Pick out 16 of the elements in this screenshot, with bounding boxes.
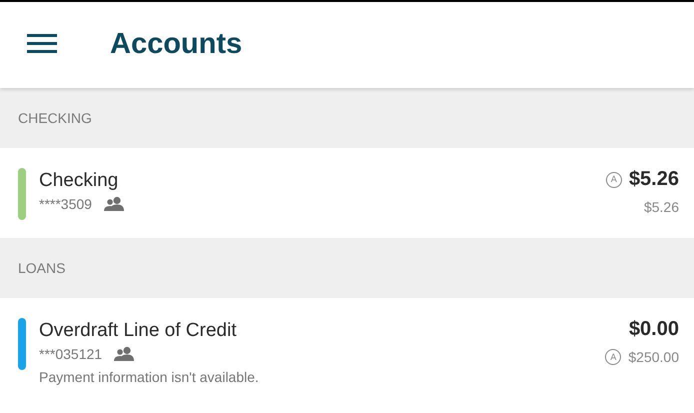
payment-note: Payment information isn't available.	[39, 369, 260, 385]
account-number: ***035121	[39, 346, 102, 362]
account-name: Overdraft Line of Credit	[39, 320, 238, 342]
account-number: ****3509	[39, 196, 92, 212]
menu-icon	[27, 32, 57, 52]
available-balance: $5.26	[644, 199, 679, 215]
section-title: CHECKING	[18, 110, 92, 126]
account-name: Checking	[39, 170, 120, 192]
page-title: Accounts	[110, 28, 242, 60]
available-balance: $250.00	[628, 349, 679, 365]
menu-button[interactable]	[27, 32, 57, 52]
account-balance: $5.26	[628, 168, 679, 191]
available-badge: A	[605, 349, 622, 365]
available-badge: A	[606, 172, 622, 188]
section-title: LOANS	[18, 260, 66, 276]
account-balance: $0.00	[628, 318, 679, 341]
